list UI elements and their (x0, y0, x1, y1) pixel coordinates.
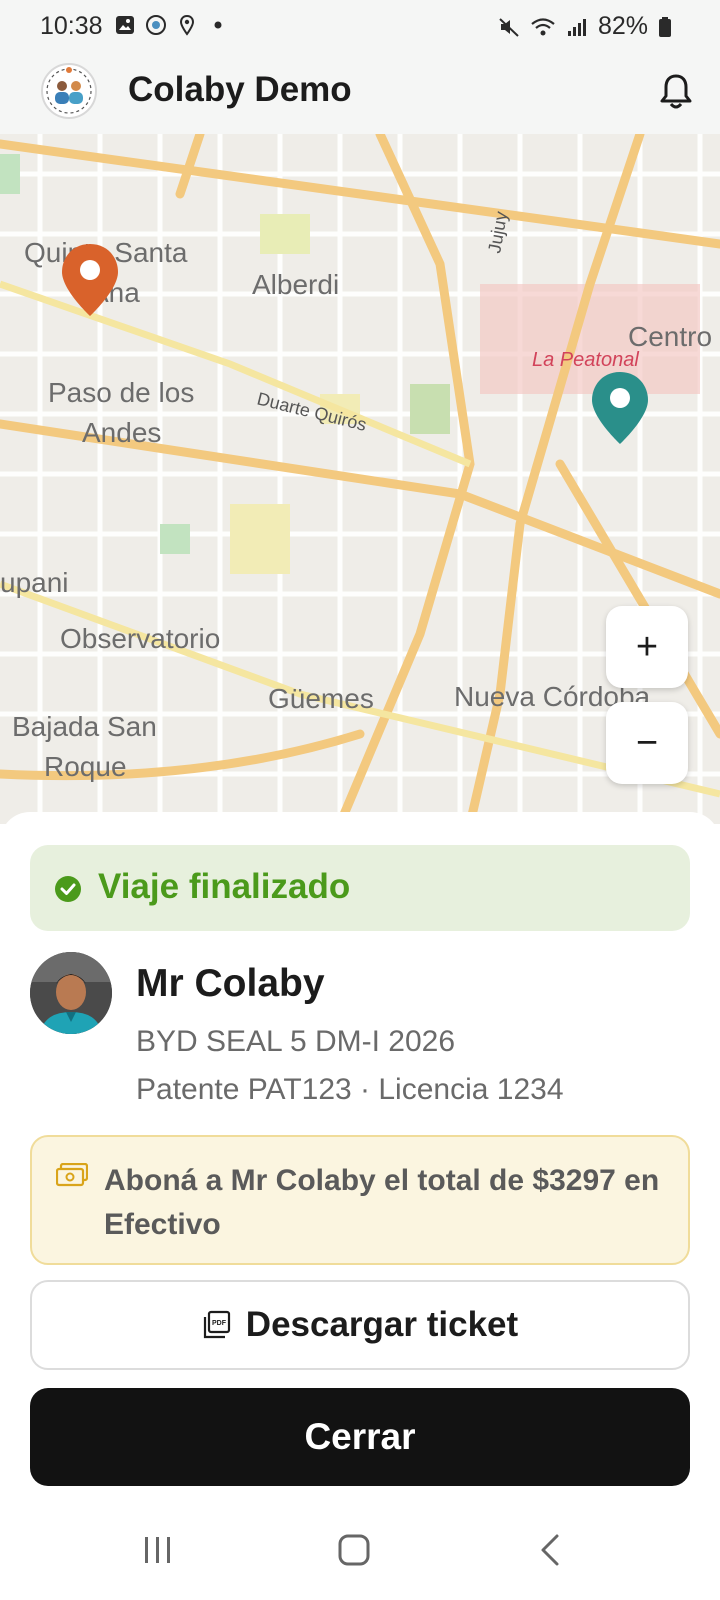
gallery-icon (116, 16, 134, 34)
app-bar: Colaby Demo (0, 54, 720, 134)
driver-car: BYD SEAL 5 DM-I 2026 (136, 1025, 456, 1058)
close-button[interactable]: Cerrar (30, 1388, 690, 1486)
download-ticket-label: Descargar ticket (245, 1305, 519, 1344)
driver-name: Mr Colaby (136, 962, 325, 1005)
status-icons-left (114, 14, 229, 36)
map-label: Observatorio (60, 623, 220, 654)
driver-plate-license: Patente PAT123 · Licencia 1234 (136, 1073, 564, 1106)
colaby-logo (41, 63, 97, 119)
map-view[interactable]: Quinta Santa Ana Alberdi Paso de los And… (0, 134, 720, 824)
home-icon[interactable] (324, 1522, 384, 1578)
driver-avatar (30, 952, 112, 1034)
battery-percent: 82% (597, 12, 648, 40)
zoom-out-button[interactable]: − (606, 702, 688, 784)
map-label: Alberdi (252, 269, 339, 300)
recents-icon[interactable] (128, 1522, 188, 1578)
pdf-icon: PDF (203, 1310, 230, 1339)
payment-notice: Aboná a Mr Colaby el total de $3297 en E… (30, 1135, 690, 1265)
app-title: Colaby Demo (128, 70, 352, 109)
zoom-in-button[interactable]: + (606, 606, 688, 688)
trip-summary-sheet: Viaje finalizado Mr Colaby BYD SEAL 5 DM… (0, 812, 720, 1600)
map-label: Centro (628, 321, 712, 352)
close-button-label: Cerrar (304, 1416, 416, 1457)
cash-icon (56, 1163, 88, 1187)
location-icon (179, 14, 195, 36)
map-label: Paso de los (48, 377, 194, 408)
signal-icon (567, 18, 586, 36)
map-label: upani (0, 567, 69, 598)
check-circle-icon (55, 876, 81, 902)
download-ticket-button[interactable]: PDF Descargar ticket (30, 1280, 690, 1370)
system-nav-bar (0, 1500, 720, 1600)
trip-status-banner: Viaje finalizado (30, 845, 690, 931)
map-label: Güemes (268, 683, 374, 714)
bell-icon[interactable] (658, 72, 694, 110)
trip-status-text: Viaje finalizado (98, 867, 351, 906)
back-icon[interactable] (520, 1522, 580, 1578)
battery-icon (659, 16, 671, 37)
map-label: La Peatonal (532, 349, 639, 371)
map-label: Andes (82, 417, 161, 448)
app-icon (146, 15, 166, 35)
status-icons-right: 82% (498, 12, 672, 41)
svg-text:PDF: PDF (212, 1320, 227, 1327)
map-label: Roque (44, 751, 127, 782)
status-bar: 10:38 82% (0, 0, 720, 54)
wifi-icon (531, 17, 555, 35)
dot-icon (214, 21, 222, 29)
map-label: Bajada San (12, 711, 157, 742)
mute-icon (499, 17, 519, 37)
status-time: 10:38 (40, 12, 103, 40)
payment-message: Aboná a Mr Colaby el total de $3297 en E… (104, 1164, 660, 1241)
